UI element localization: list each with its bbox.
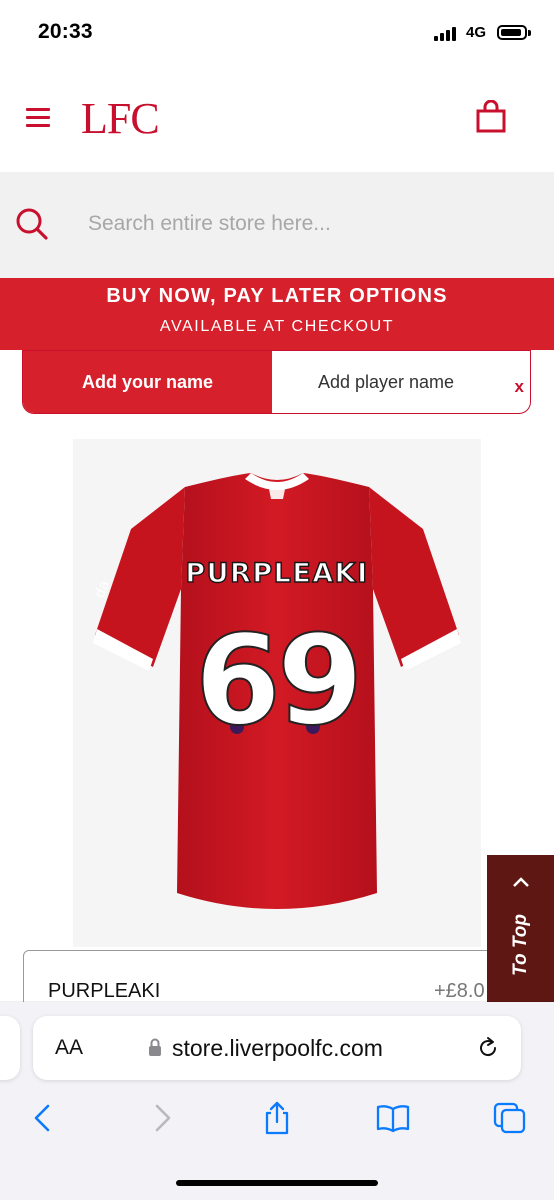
battery-icon [497, 25, 527, 40]
chevron-up-icon [513, 877, 529, 887]
cellular-signal-icon [434, 27, 458, 41]
search-input[interactable] [88, 206, 518, 242]
back-icon[interactable] [26, 1100, 62, 1136]
home-indicator [176, 1180, 378, 1186]
close-icon[interactable]: x [515, 377, 524, 397]
bookmarks-icon[interactable] [375, 1100, 411, 1136]
battery-tip [528, 30, 531, 36]
shopping-bag-icon[interactable] [474, 100, 508, 134]
shirt-number-print: 69 [194, 609, 365, 753]
shirt-name-print: PURPLEAKI [185, 557, 369, 589]
reload-icon[interactable] [476, 1036, 500, 1060]
name-input-value[interactable]: PURPLEAKI [48, 980, 160, 1003]
tab-add-your-name[interactable]: Add your name [23, 351, 272, 413]
promo-subtitle: AVAILABLE AT CHECKOUT [159, 318, 395, 335]
search-icon[interactable] [14, 206, 50, 242]
tabs-icon[interactable] [492, 1100, 528, 1136]
share-icon[interactable] [259, 1100, 295, 1136]
url-text[interactable]: store.liverpoolfc.com [172, 1035, 383, 1062]
lock-icon [149, 1038, 161, 1056]
promo-title: BUY NOW, PAY LATER OPTIONS [106, 285, 448, 307]
tab-add-player-name[interactable]: Add player name [272, 351, 530, 413]
promo-banner[interactable]: BUY NOW, PAY LATER OPTIONS AVAILABLE AT … [0, 278, 554, 350]
name-price: +£8.0 [434, 980, 485, 1002]
network-type: 4G [466, 24, 487, 41]
to-top-label: To Top [510, 914, 531, 976]
status-time: 20:33 [38, 20, 93, 43]
forward-icon[interactable] [143, 1100, 179, 1136]
lfc-logo[interactable]: LFC [81, 94, 160, 144]
hamburger-menu-icon[interactable] [26, 108, 50, 128]
name-tabs: Add your name Add player name x [22, 350, 531, 414]
aa-label: AA [55, 1036, 84, 1059]
previous-tab-pill[interactable] [0, 1016, 20, 1080]
reader-aa-button[interactable]: AA [55, 1036, 83, 1060]
